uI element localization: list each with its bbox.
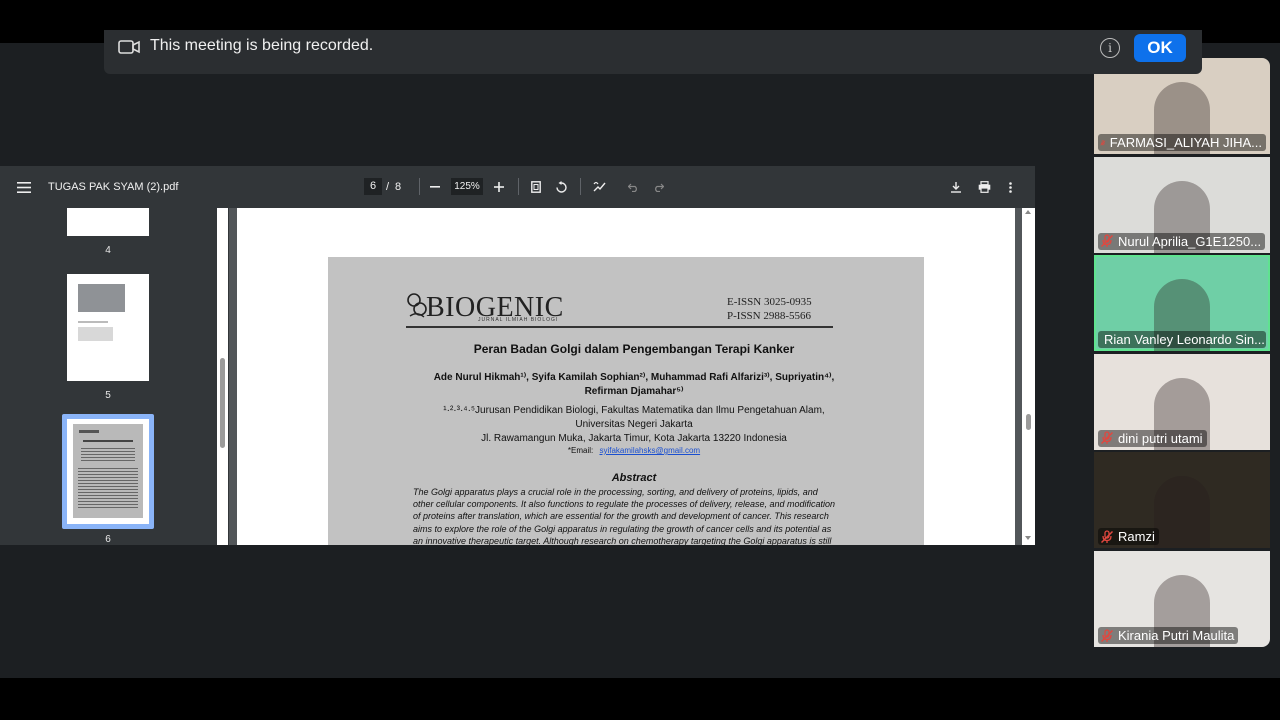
paper-authors: Ade Nurul Hikmah¹⁾, Syifa Kamilah Sophia… [433,372,835,383]
participant-video [1154,476,1210,549]
thumbnail-text [78,321,108,323]
zoom-in-icon[interactable] [492,179,506,195]
thumbnail-page-4[interactable] [67,208,149,236]
thumbnail-content [73,424,143,518]
print-icon[interactable] [975,179,993,195]
toolbar-divider [419,178,420,195]
menu-icon[interactable] [14,179,34,195]
page-scrollbar-thumb[interactable] [1026,414,1031,430]
participant-name: Rian Vanley Leonardo Sin... [1098,331,1266,349]
pdf-toolbar: TUGAS PAK SYAM (2).pdf 6 / 8 125% [0,166,1035,208]
thumbnail-page-6[interactable] [67,419,149,524]
file-name: TUGAS PAK SYAM (2).pdf [48,181,179,193]
abstract-line: of proteins after translation, which are… [413,511,829,522]
zoom-out-icon[interactable] [428,179,442,195]
toolbar-divider [518,178,519,195]
paper-email-line: *Email: syifakamilahsks@gmail.com [328,446,940,455]
total-pages: 8 [395,181,402,193]
thumbnail-scrollbar-thumb[interactable] [220,358,225,448]
paper-affiliation: ¹·²·³·⁴·⁵Jurusan Pendidikan Biologi, Fak… [443,405,825,416]
thumbnail-image [78,284,125,312]
e-issn: E-ISSN 3025-0935 [727,296,812,308]
zoom-input[interactable]: 125% [451,178,483,195]
participant-name-text: Ramzi [1118,529,1155,545]
participant-name-text: Nurul Aprilia_G1E1250... [1118,233,1262,249]
info-icon[interactable]: i [1100,38,1120,58]
abstract-line: other cellular components. It also funct… [413,499,836,510]
fit-page-icon[interactable] [529,179,543,195]
download-icon[interactable] [948,179,964,195]
p-issn: P-ISSN 2988-5566 [727,310,812,322]
abstract-line: The Golgi apparatus plays a crucial role… [413,487,818,497]
recording-banner: This meeting is being recorded. i OK [104,30,1202,74]
participant-name-text: Kirania Putri Maulita [1118,628,1235,643]
thumbnail-label: 5 [105,390,111,401]
participant-name: Nurul Aprilia_G1E1250... [1098,232,1266,250]
pdf-page: BIOGENIC JURNAL ILMIAH BIOLOGI E-ISSN 30… [237,208,1015,545]
thumbnail-label: 6 [105,534,111,545]
email-label: *Email: [567,446,594,455]
participant-name: dini putri utami [1098,429,1207,447]
mic-muted-icon [1100,530,1114,543]
abstract-line: aims to explore the role of the Golgi ap… [413,523,832,534]
abstract-heading: Abstract [611,472,657,484]
participant-name-text: Rian Vanley Leonardo Sin... [1104,332,1265,348]
thumbnail-sidebar: 4 5 6 [0,208,229,545]
mic-muted-icon [1100,234,1114,248]
ok-button[interactable]: OK [1134,34,1186,62]
participant-name-text: FARMASI_ALIYAH JIHA... [1109,135,1262,150]
toolbar-divider [580,178,581,195]
thumbnail-image [78,327,113,341]
participant-tile[interactable]: Nurul Aprilia_G1E1250... [1094,156,1270,253]
header-rule [406,326,833,328]
more-options-icon[interactable] [1004,179,1016,195]
page-scrollbar[interactable] [1022,208,1035,545]
abstract-line: an innovative therapeutic target. Althou… [413,535,832,545]
participant-tile[interactable]: Ramzi [1094,452,1270,549]
participant-tile[interactable]: Rian Vanley Leonardo Sin... [1094,255,1270,352]
mic-muted-icon [1100,628,1114,642]
mic-muted-icon [1100,431,1114,445]
participant-tile[interactable]: Kirania Putri Maulita [1094,551,1270,647]
scroll-up-icon[interactable] [1025,210,1031,214]
journal-page: BIOGENIC JURNAL ILMIAH BIOLOGI E-ISSN 30… [328,257,924,545]
thumbnail-page-5[interactable] [67,274,149,381]
paper-address: Jl. Rawamangun Muka, Jakarta Timur, Kota… [481,433,787,444]
participant-name: FARMASI_ALIYAH JIHA... [1098,134,1266,151]
rotate-icon[interactable] [553,179,569,195]
email-link[interactable]: syifakamilahsks@gmail.com [599,446,700,455]
journal-subtitle: JURNAL ILMIAH BIOLOGI [478,317,559,323]
pdf-viewer: TUGAS PAK SYAM (2).pdf 6 / 8 125% 4 5 6 … [0,166,1035,545]
participant-name: Kirania Putri Maulita [1098,627,1239,644]
recording-message: This meeting is being recorded. [150,37,374,54]
paper-authors: Refirman Djamahar⁵⁾ [584,386,684,397]
journal-logo-icon [406,291,428,321]
participant-name: Ramzi [1098,528,1159,546]
page-separator: / [386,181,390,193]
page-number-input[interactable]: 6 [364,178,382,195]
paper-title: Peran Badan Golgi dalam Pengembangan Ter… [473,342,795,356]
scroll-down-icon[interactable] [1025,536,1031,540]
thumbnail-scrollbar[interactable] [217,208,228,545]
paper-affiliation: Universitas Negeri Jakarta [575,419,693,430]
recording-icon [118,40,140,54]
participant-tile[interactable]: dini putri utami [1094,353,1270,450]
abstract-text: The Golgi apparatus plays a crucial role… [413,486,843,545]
thumbnail-label: 4 [105,245,111,256]
annotate-icon[interactable] [591,179,607,195]
participant-name-text: dini putri utami [1118,430,1203,446]
redo-icon[interactable] [651,179,665,195]
mic-muted-icon [1100,139,1106,145]
undo-icon[interactable] [626,179,640,195]
